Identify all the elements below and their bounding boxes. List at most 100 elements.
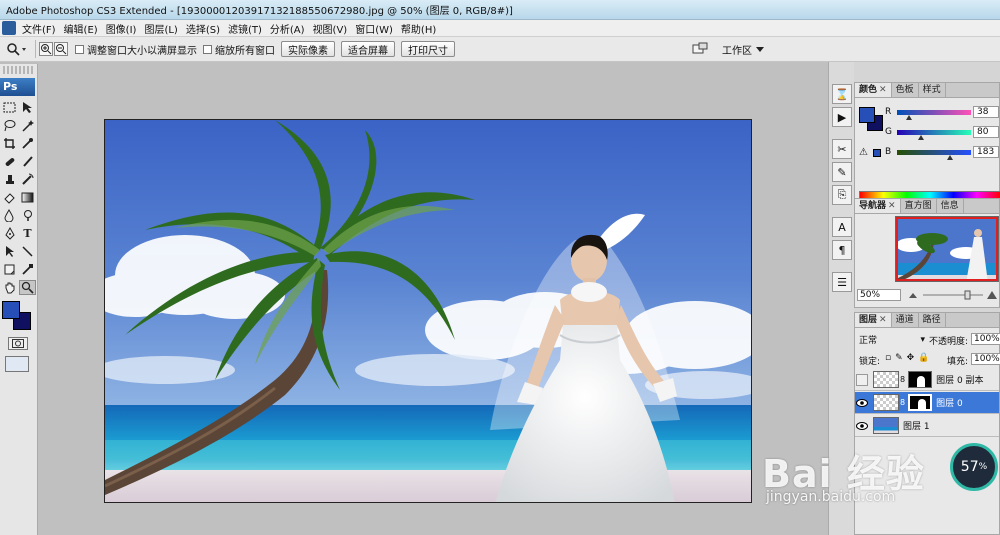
menu-analysis[interactable]: 分析(A) — [266, 21, 309, 36]
menu-edit[interactable]: 编辑(E) — [60, 21, 102, 36]
menu-image[interactable]: 图像(I) — [102, 21, 141, 36]
actions-panel-icon[interactable]: ▶ — [832, 107, 852, 127]
line-tool-icon[interactable] — [19, 244, 36, 259]
lock-position-icon[interactable]: ✥ — [907, 353, 915, 363]
layer-row[interactable]: 8 图层 0 — [855, 392, 999, 414]
opacity-field[interactable]: 100% — [971, 333, 1000, 345]
notes-tool-icon[interactable] — [1, 262, 18, 277]
lock-transparent-icon[interactable]: ▫ — [885, 353, 891, 363]
tab-layers[interactable]: 图层 ✕ — [855, 313, 892, 327]
eyedropper-sample-icon[interactable] — [19, 262, 36, 277]
lock-image-icon[interactable]: ✎ — [895, 353, 903, 363]
layer-comps-icon[interactable]: ☰ — [832, 272, 852, 292]
history-panel-icon[interactable]: ⌛ — [832, 84, 852, 104]
dodge-tool-icon[interactable] — [19, 208, 36, 223]
zoom-all-checkbox[interactable] — [203, 44, 212, 54]
foreground-color-swatch[interactable] — [2, 301, 20, 319]
zoom-in-button[interactable] — [39, 42, 53, 56]
workspace-menu[interactable]: 工作区 — [722, 42, 752, 57]
menu-file[interactable]: 文件(F) — [18, 21, 60, 36]
visibility-toggle[interactable] — [855, 373, 869, 387]
fit-screen-button[interactable]: 适合屏幕 — [341, 41, 395, 57]
zoom-out-button[interactable] — [54, 42, 68, 56]
blend-mode-select[interactable]: 正常 ▾ — [859, 333, 925, 347]
blue-slider[interactable] — [897, 149, 971, 160]
menu-layer[interactable]: 图层(L) — [140, 21, 181, 36]
crop-tool-icon[interactable] — [1, 136, 18, 151]
healing-brush-icon[interactable] — [1, 154, 18, 169]
print-size-button[interactable]: 打印尺寸 — [401, 41, 455, 57]
layer-thumbnail — [873, 394, 899, 411]
tab-histogram[interactable]: 直方图 — [901, 199, 937, 213]
blur-tool-icon[interactable] — [1, 208, 18, 223]
tab-channels[interactable]: 通道 — [892, 313, 919, 327]
tab-color[interactable]: 颜色 ✕ — [855, 83, 892, 97]
eye-icon[interactable] — [855, 419, 869, 433]
tab-info[interactable]: 信息 — [937, 199, 964, 213]
toolbox-grip[interactable] — [3, 66, 34, 74]
quick-mask-icon — [12, 339, 24, 348]
eraser-tool-icon[interactable] — [1, 190, 18, 205]
color-panel-tabs: 颜色 ✕ 色板 样式 — [855, 83, 999, 98]
layer-row[interactable]: 图层 1 — [855, 415, 999, 437]
green-value[interactable]: 80 — [973, 126, 999, 138]
clone-stamp-icon[interactable] — [1, 172, 18, 187]
layer-row[interactable]: 8 图层 0 副本 — [855, 369, 999, 391]
quick-mask-button[interactable] — [8, 337, 28, 350]
menu-select[interactable]: 选择(S) — [182, 21, 224, 36]
palette-well-icon[interactable] — [692, 42, 710, 56]
fill-field[interactable]: 100% — [971, 353, 1000, 365]
lock-buttons: ▫ ✎ ✥ 🔒 — [885, 353, 929, 363]
green-slider[interactable] — [897, 129, 971, 140]
red-slider[interactable] — [897, 109, 971, 120]
navigator-zoom-slider[interactable] — [907, 289, 999, 301]
pen-tool-icon[interactable] — [1, 226, 18, 241]
menu-help[interactable]: 帮助(H) — [397, 21, 440, 36]
screen-mode-button[interactable] — [5, 356, 29, 372]
tab-styles[interactable]: 样式 — [919, 83, 946, 97]
progress-badge[interactable]: 57% — [950, 443, 998, 491]
actual-pixels-button[interactable]: 实际像素 — [281, 41, 335, 57]
empty-visibility-box — [856, 373, 868, 386]
tab-paths[interactable]: 路径 — [919, 313, 946, 327]
blue-slider-thumb[interactable] — [947, 154, 953, 160]
document-canvas[interactable] — [104, 119, 752, 503]
blue-value[interactable]: 183 — [973, 146, 999, 158]
brushes-panel-icon[interactable]: ✎ — [832, 162, 852, 182]
web-color-swatch[interactable] — [873, 149, 881, 157]
move-tool-icon[interactable] — [19, 100, 36, 115]
lock-all-icon[interactable]: 🔒 — [918, 353, 929, 363]
color-panel-foreground[interactable] — [859, 107, 875, 123]
tab-swatches[interactable]: 色板 — [892, 83, 919, 97]
zoom-tool-preset[interactable] — [2, 39, 32, 59]
paragraph-panel-icon[interactable]: ¶ — [832, 240, 852, 260]
tool-presets-icon[interactable]: ✂ — [832, 139, 852, 159]
canvas-area[interactable] — [38, 62, 828, 535]
red-slider-thumb[interactable] — [906, 114, 912, 120]
green-slider-thumb[interactable] — [918, 134, 924, 140]
type-tool-icon[interactable]: T — [19, 226, 36, 241]
menu-bar: 文件(F) 编辑(E) 图像(I) 图层(L) 选择(S) 滤镜(T) 分析(A… — [0, 20, 1000, 37]
history-brush-icon[interactable] — [19, 172, 36, 187]
menu-view[interactable]: 视图(V) — [309, 21, 352, 36]
magic-wand-icon[interactable] — [19, 118, 36, 133]
zoom-tool-icon[interactable] — [19, 280, 36, 295]
gradient-tool-icon[interactable] — [19, 190, 36, 205]
menu-filter[interactable]: 滤镜(T) — [224, 21, 266, 36]
navigator-view-box[interactable] — [896, 217, 998, 281]
eyedropper-tool-icon[interactable] — [19, 136, 36, 151]
eye-icon[interactable] — [855, 396, 869, 410]
resize-windows-checkbox[interactable] — [75, 44, 84, 54]
window-title: Adobe Photoshop CS3 Extended - [19300001… — [6, 6, 513, 17]
character-panel-icon[interactable]: A — [832, 217, 852, 237]
clone-source-icon[interactable]: ⎘ — [832, 185, 852, 205]
menu-window[interactable]: 窗口(W) — [351, 21, 397, 36]
navigator-zoom-field[interactable]: 50% — [857, 289, 901, 301]
marquee-tool-icon[interactable] — [1, 100, 18, 115]
hand-tool-icon[interactable] — [1, 280, 18, 295]
brush-tool-icon[interactable] — [19, 154, 36, 169]
red-value[interactable]: 38 — [973, 106, 999, 118]
path-selection-icon[interactable] — [1, 244, 18, 259]
lasso-tool-icon[interactable] — [1, 118, 18, 133]
tab-navigator[interactable]: 导航器 ✕ — [855, 199, 901, 213]
